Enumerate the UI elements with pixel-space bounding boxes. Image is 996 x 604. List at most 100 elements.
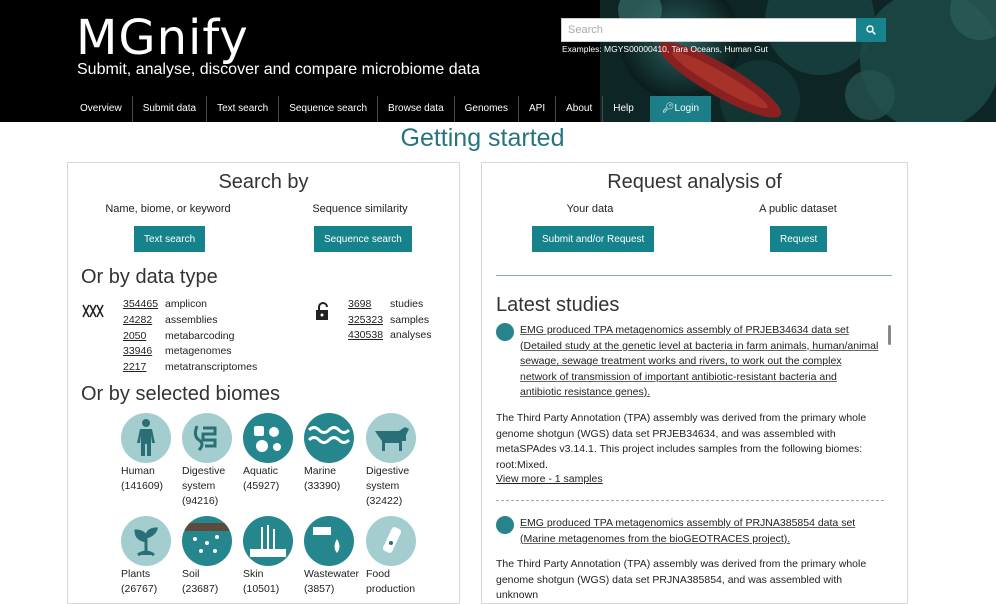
metagenomes-count[interactable]: 33946 <box>123 345 165 357</box>
data-type-amplicon[interactable]: 354465 amplicon <box>123 298 207 310</box>
tagline: Submit, analyse, discover and compare mi… <box>77 61 480 78</box>
food-icon <box>366 516 416 566</box>
study-item: EMG produced TPA metagenomics assembly o… <box>496 323 878 493</box>
data-type-heading: Or by data type <box>81 266 218 288</box>
biome-name: Human <box>121 465 155 477</box>
masthead: MGnify Submit, analyse, discover and com… <box>0 0 996 122</box>
wastewater-icon <box>304 516 354 566</box>
biome-food-production[interactable]: Food production <box>366 516 426 597</box>
studies-scrollbar[interactable] <box>888 325 891 345</box>
search-input[interactable] <box>561 18 862 42</box>
search-by-heading: Search by <box>218 171 309 193</box>
study-item: EMG produced TPA metagenomics assembly o… <box>496 516 880 601</box>
biome-count: (10501) <box>243 583 280 595</box>
request-panel: Request analysis of Your data A public d… <box>481 162 908 604</box>
assemblies-label: assemblies <box>165 314 218 326</box>
assemblies-count[interactable]: 24282 <box>123 314 165 326</box>
your-data-label: Your data <box>566 203 614 215</box>
data-type-studies[interactable]: 3698 studies <box>348 298 423 310</box>
sequence-similarity-label: Sequence similarity <box>312 203 408 215</box>
unlock-icon <box>316 302 328 320</box>
digestive-icon <box>182 413 232 463</box>
biome-count: (94216) <box>182 495 219 507</box>
biome-aquatic[interactable]: Aquatic (45927) <box>243 413 303 494</box>
study-title-link[interactable]: EMG produced TPA metagenomics assembly o… <box>520 323 880 401</box>
biome-digestive-system-animal[interactable]: Digestive system (32422) <box>366 413 426 509</box>
amplicon-count[interactable]: 354465 <box>123 298 165 310</box>
analyses-label: analyses <box>390 329 432 341</box>
biome-count: (23687) <box>182 583 219 595</box>
login-button[interactable]: 🔑︎Login <box>649 96 712 122</box>
latest-studies-heading: Latest studies <box>496 294 620 316</box>
biome-name: Wastewater <box>304 568 360 580</box>
biome-skin[interactable]: Skin (10501) <box>243 516 303 597</box>
section-divider <box>496 275 892 276</box>
biome-plants[interactable]: Plants (26767) <box>121 516 181 597</box>
skin-icon <box>243 516 293 566</box>
biome-name: Digestive system <box>366 465 410 492</box>
study-title-link[interactable]: EMG produced TPA metagenomics assembly o… <box>520 516 880 547</box>
data-type-assemblies[interactable]: 24282 assemblies <box>123 314 218 326</box>
biome-count: (32422) <box>366 495 403 507</box>
sequence-search-button[interactable]: Sequence search <box>314 226 412 252</box>
metagenomes-label: metagenomes <box>165 345 232 357</box>
login-label: Login <box>674 103 700 114</box>
metabarcoding-count[interactable]: 2050 <box>123 330 165 342</box>
text-search-button[interactable]: Text search <box>134 226 206 252</box>
samples-count[interactable]: 325323 <box>348 314 390 326</box>
nav-help[interactable]: Help <box>602 96 644 122</box>
data-type-samples[interactable]: 325323 samples <box>348 314 429 326</box>
biome-count: (141609) <box>121 480 164 492</box>
biome-marine[interactable]: Marine (33390) <box>304 413 364 494</box>
metabarcoding-label: metabarcoding <box>165 330 235 342</box>
analyses-count[interactable]: 430538 <box>348 329 390 341</box>
biome-name: Food production <box>366 568 416 595</box>
name-biome-keyword-label: Name, biome, or keyword <box>105 203 231 215</box>
data-type-analyses[interactable]: 430538 analyses <box>348 329 431 341</box>
biome-human[interactable]: Human (141609) <box>121 413 181 494</box>
view-more-link[interactable]: View more - 1 samples <box>496 473 603 485</box>
key-icon: 🔑︎ <box>661 103 675 114</box>
biome-name: Aquatic <box>243 465 279 477</box>
request-public-button[interactable]: Request <box>770 226 828 252</box>
search-icon <box>866 25 876 35</box>
metatranscriptomes-count[interactable]: 2217 <box>123 361 165 373</box>
marine-icon <box>304 413 354 463</box>
nav-submit-data[interactable]: Submit data <box>131 96 206 122</box>
biome-digestive-system[interactable]: Digestive system (94216) <box>182 413 242 509</box>
dna-icon <box>82 304 104 318</box>
studies-label: studies <box>390 298 424 310</box>
data-type-metatranscriptomes[interactable]: 2217 metatranscriptomes <box>123 361 257 373</box>
search-panel: Search by Name, biome, or keyword Sequen… <box>67 162 460 604</box>
public-dataset-label: A public dataset <box>759 203 837 215</box>
biome-count: (45927) <box>243 480 280 492</box>
nav-browse-data[interactable]: Browse data <box>377 96 454 122</box>
studies-count[interactable]: 3698 <box>348 298 390 310</box>
search-button[interactable] <box>856 18 886 42</box>
study-description: The Third Party Annotation (TPA) assembl… <box>496 412 867 471</box>
biome-name: Plants <box>121 568 151 580</box>
mgnify-logo[interactable]: MGnify <box>76 10 249 66</box>
metatranscriptomes-label: metatranscriptomes <box>165 361 258 373</box>
nav-api[interactable]: API <box>518 96 555 122</box>
nav-about[interactable]: About <box>555 96 602 122</box>
nav-genomes[interactable]: Genomes <box>453 96 518 122</box>
biome-count: (33390) <box>304 480 341 492</box>
biome-name: Digestive system <box>182 465 226 492</box>
amplicon-label: amplicon <box>165 298 208 310</box>
biome-soil[interactable]: Soil (23687) <box>182 516 242 597</box>
nav-text-search[interactable]: Text search <box>206 96 278 122</box>
submit-request-button[interactable]: Submit and/or Request <box>532 226 655 252</box>
samples-label: samples <box>390 314 430 326</box>
data-type-metabarcoding[interactable]: 2050 metabarcoding <box>123 330 234 342</box>
nav-sequence-search[interactable]: Sequence search <box>278 96 377 122</box>
data-type-metagenomes[interactable]: 33946 metagenomes <box>123 345 232 357</box>
biome-count: (26767) <box>121 583 158 595</box>
soil-icon <box>182 516 232 566</box>
nav-overview[interactable]: Overview <box>70 96 132 122</box>
biome-count: (3857) <box>304 583 335 595</box>
search-examples: Examples: MGYS00000410, Tara Oceans, Hum… <box>562 44 768 54</box>
biome-wastewater[interactable]: Wastewater (3857) <box>304 516 364 597</box>
marine-globe-icon <box>496 516 514 534</box>
main-nav: Overview Submit data Text search Sequenc… <box>70 96 712 122</box>
